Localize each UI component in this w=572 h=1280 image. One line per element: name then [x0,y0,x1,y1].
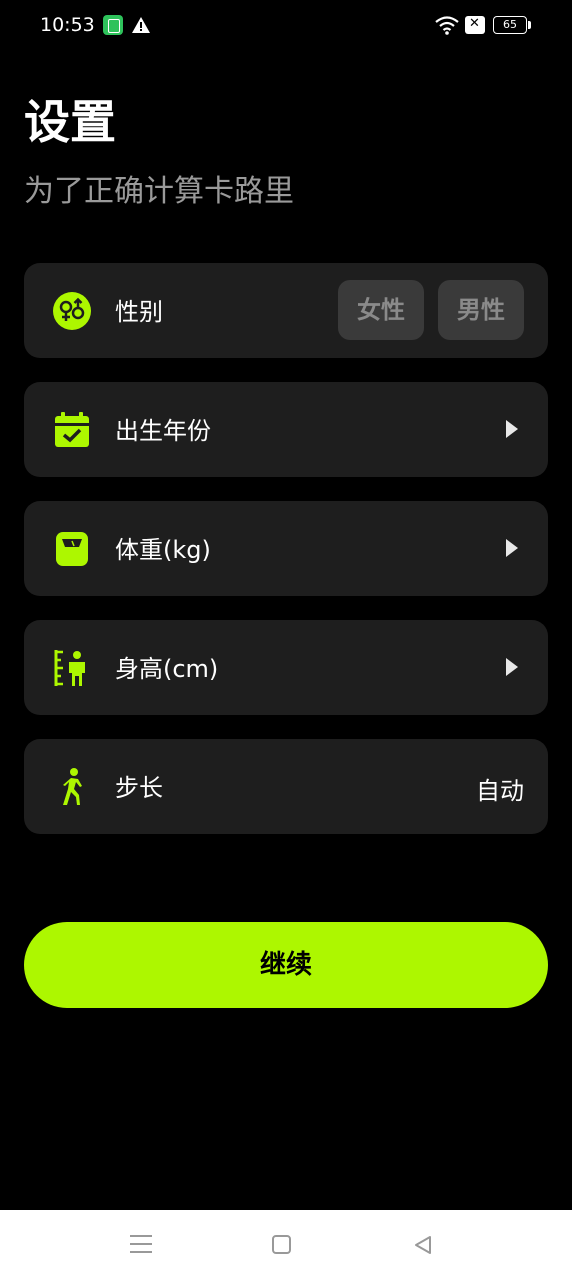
no-sim-icon [465,16,485,34]
back-icon[interactable] [412,1234,434,1256]
female-button[interactable]: 女性 [338,280,424,340]
chevron-right-icon [506,658,518,676]
chevron-right-icon [506,420,518,438]
birth-year-label: 出生年份 [115,417,211,445]
male-button[interactable]: 男性 [438,280,524,340]
battery-level: 65 [503,18,517,31]
weight-label: 体重(kg) [115,536,211,564]
scale-icon [56,532,88,566]
walking-icon [63,768,82,805]
battery-nub [528,21,531,29]
height-icon [54,650,85,686]
navigation-bar [0,1210,572,1280]
app-notification-icon [103,15,123,35]
stride-value: 自动 [476,777,524,805]
page-title: 设置 [24,95,116,149]
wifi-icon [435,16,459,35]
gender-row: 性别 女性 男性 [24,263,548,358]
chevron-right-icon [506,539,518,557]
stride-row[interactable]: 步长 自动 [24,739,548,834]
menu-icon[interactable] [130,1235,152,1255]
home-icon[interactable] [272,1235,291,1254]
birth-year-row[interactable]: 出生年份 [24,382,548,477]
calendar-icon [55,412,89,447]
warning-icon [132,17,150,33]
height-label: 身高(cm) [115,655,219,683]
gender-label: 性别 [115,298,163,326]
gender-icon [53,292,91,330]
continue-button[interactable]: 继续 [24,922,548,1008]
status-time: 10:53 [40,14,95,36]
stride-label: 步长 [115,774,163,802]
status-bar: 10:53 65 [0,0,572,52]
height-row[interactable]: 身高(cm) [24,620,548,715]
page-subtitle: 为了正确计算卡路里 [24,174,294,209]
battery-icon: 65 [493,16,527,34]
weight-row[interactable]: 体重(kg) [24,501,548,596]
